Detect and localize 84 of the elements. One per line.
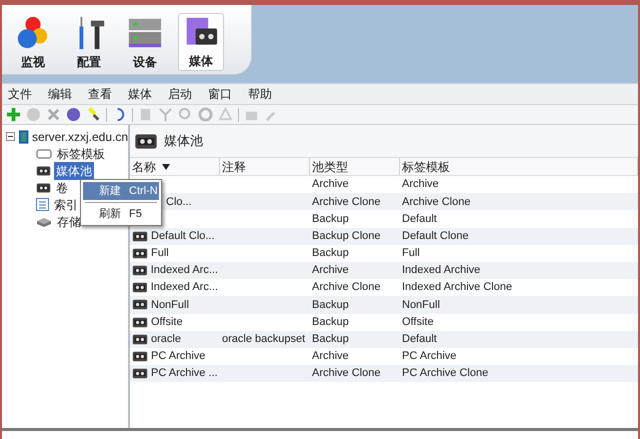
- table-cell-text: Offsite: [151, 314, 183, 330]
- table-cell-text: oracle backupset: [222, 332, 306, 348]
- table-cell-text: Backup: [312, 212, 349, 227]
- table-cell-text: Backup: [312, 332, 349, 348]
- table-cell-text: Archive: [312, 263, 349, 278]
- table-cell-text: PC Archive Clone: [402, 366, 488, 382]
- tape-icon: [132, 350, 148, 363]
- help-icon[interactable]: [66, 107, 81, 122]
- tape-icon: [132, 230, 148, 243]
- menu-item[interactable]: 编辑: [48, 85, 72, 103]
- table-cell-text: Full: [151, 246, 169, 262]
- label-icon: [36, 148, 52, 160]
- add-icon[interactable]: [6, 107, 21, 122]
- table-cell-text: Archive: [312, 349, 349, 364]
- table-cell-text: Offsite: [402, 314, 434, 330]
- table-cell-text: Indexed Archive: [402, 263, 480, 278]
- expander-icon[interactable]: [6, 132, 15, 141]
- menu-item[interactable]: 启动: [168, 85, 192, 103]
- tape-icon: [36, 182, 51, 194]
- tape-icon: [132, 316, 148, 329]
- disc-icon[interactable]: [198, 107, 213, 122]
- tape-icon: [132, 281, 148, 294]
- document-icon[interactable]: [138, 107, 153, 122]
- sort-arrow-icon[interactable]: [162, 164, 170, 170]
- tree-item[interactable]: server.xzxj.edu.cn: [32, 128, 128, 146]
- table-cell-text: Default: [402, 212, 437, 227]
- tape-icon: [132, 298, 148, 312]
- tree-item[interactable]: 存储: [55, 212, 83, 230]
- table-cell-text: Full: [402, 246, 420, 262]
- table-cell-text: Archive: [402, 177, 439, 192]
- disk-icon: [36, 216, 52, 228]
- table-cell-text: Default Clo...: [151, 228, 215, 244]
- nav-tab[interactable]: 监视: [10, 13, 56, 71]
- table-cell-text: PC Archive: [402, 349, 456, 364]
- table-cell-text: Default: [402, 332, 437, 348]
- table-cell-text: Backup: [312, 314, 349, 330]
- column-header[interactable]: 池类型: [312, 158, 348, 176]
- table-cell-text: Backup: [312, 298, 349, 313]
- panel-title: 媒体池: [164, 132, 203, 150]
- list-icon: [36, 198, 49, 211]
- menu-item[interactable]: 查看: [88, 85, 112, 103]
- tree-item[interactable]: 索引: [52, 196, 80, 214]
- column-header[interactable]: 注释: [222, 158, 246, 176]
- table-cell-text: Archive Clone: [402, 194, 470, 210]
- tree-item[interactable]: 卷: [54, 178, 70, 196]
- tape-icon: [132, 246, 148, 260]
- nav-tab[interactable]: 配置: [66, 13, 112, 71]
- table-cell-text: NonFull: [402, 298, 440, 313]
- menu-item[interactable]: 媒体: [128, 85, 152, 103]
- tape-icon: [132, 367, 148, 380]
- table-cell-text: PC Archive: [151, 349, 206, 364]
- column-header[interactable]: 标签模板: [402, 158, 450, 176]
- menu-item[interactable]: 窗口: [208, 85, 232, 103]
- table-cell-text: Archive: [312, 177, 349, 192]
- context-menu-item[interactable]: 刷新 F5: [83, 205, 159, 223]
- tape-icon: [132, 332, 148, 346]
- close-icon[interactable]: [46, 107, 61, 122]
- tape-icon: [134, 132, 158, 150]
- table-cell-text: Archive Clone: [312, 280, 380, 296]
- table-cell-text: oracle: [151, 332, 181, 348]
- column-header[interactable]: 名称: [132, 158, 156, 176]
- nav-tab[interactable]: 媒体: [178, 13, 224, 71]
- tape-icon: [132, 264, 148, 278]
- table-cell-text: Backup Clone: [312, 228, 380, 244]
- context-menu-item[interactable]: 新建 Ctrl-N: [83, 182, 159, 200]
- table-cell-text: Indexed Arc...: [150, 263, 218, 278]
- table-cell-text: Indexed Archive Clone: [402, 280, 512, 296]
- table-cell-text: Backup: [312, 246, 349, 262]
- branch-icon[interactable]: [158, 107, 173, 122]
- table-cell-text: Archive Clone: [312, 366, 380, 382]
- table-cell-text: NonFull: [151, 298, 189, 313]
- table-cell-text: PC Archive ...: [151, 366, 218, 382]
- tree-item[interactable]: 标签模板: [55, 144, 107, 162]
- menu-item[interactable]: 帮助: [248, 85, 272, 103]
- flashlight-icon[interactable]: [86, 107, 101, 122]
- table-cell-text: Clo...: [166, 194, 192, 210]
- nav-tab[interactable]: 设备: [122, 13, 168, 71]
- server-icon: [18, 128, 29, 144]
- table-cell-text: Indexed Arc...: [150, 280, 218, 296]
- tree-item[interactable]: 媒体池: [54, 162, 94, 180]
- menu-item[interactable]: 文件: [8, 85, 32, 103]
- table-cell-text: Default Clone: [402, 228, 469, 244]
- table-cell-text: Archive Clone: [312, 194, 380, 210]
- tape-icon: [36, 164, 51, 176]
